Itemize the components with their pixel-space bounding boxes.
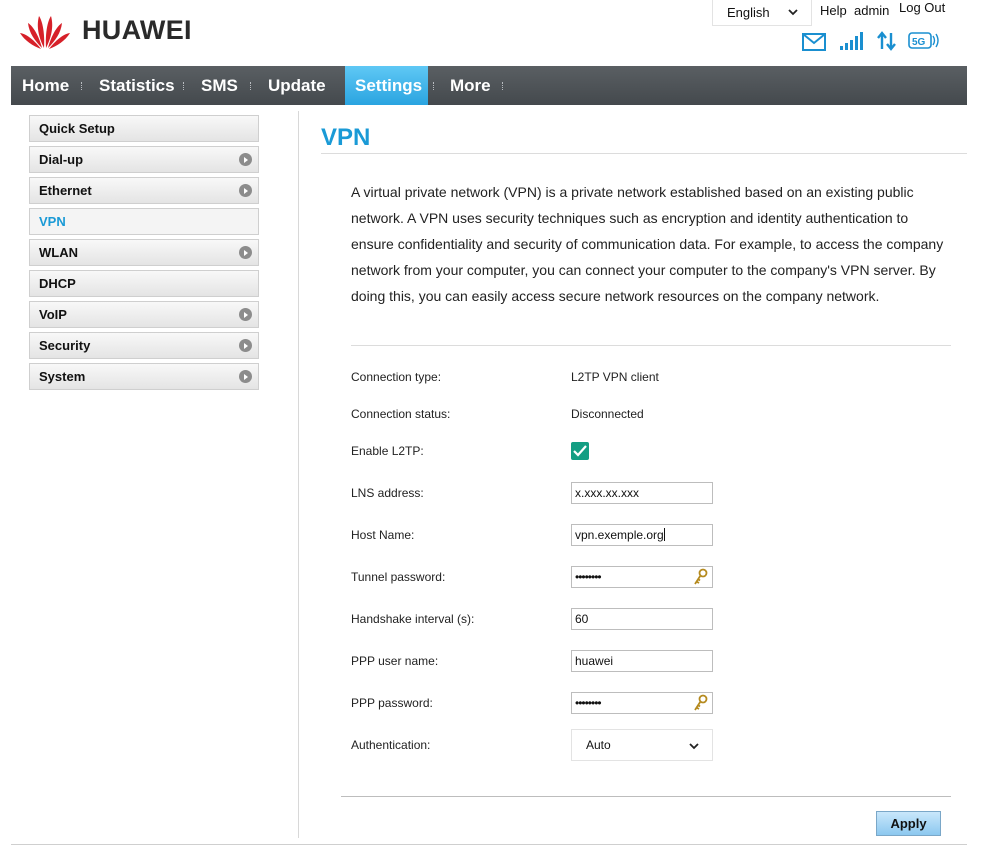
lns-address-label: LNS address:	[351, 486, 424, 500]
huawei-flower-icon	[20, 16, 70, 49]
enable-l2tp-label: Enable L2TP:	[351, 444, 424, 458]
ppp-user-name-input[interactable]: huawei	[571, 650, 713, 672]
sidebar-item-label: VPN	[39, 214, 66, 229]
handshake-interval-input[interactable]: 60	[571, 608, 713, 630]
host-name-input[interactable]: vpn.exemple.org	[571, 524, 713, 546]
nav-more[interactable]: More	[450, 66, 491, 105]
user-name-link[interactable]: admin	[854, 3, 889, 18]
nav-separator	[81, 82, 83, 90]
sidebar-item-system[interactable]: System	[29, 363, 259, 390]
sidebar-item-label: VoIP	[39, 307, 67, 322]
main-navbar: Home Statistics SMS Update Settings More	[11, 66, 967, 105]
sidebar-item-dhcp[interactable]: DHCP	[29, 270, 259, 297]
ppp-password-input[interactable]: ••••••••	[571, 692, 713, 714]
nav-separator	[183, 82, 185, 90]
connection-status-value: Disconnected	[571, 407, 644, 421]
5g-icon: 5G	[908, 32, 939, 49]
connection-type-value: L2TP VPN client	[571, 370, 659, 384]
connection-type-label: Connection type:	[351, 370, 442, 384]
vpn-description: A virtual private network (VPN) is a pri…	[351, 184, 944, 304]
footer-divider	[11, 844, 967, 845]
sidebar-item-ethernet[interactable]: Ethernet	[29, 177, 259, 204]
expand-arrow-icon	[239, 370, 252, 383]
ppp-password-value: ••••••••	[575, 696, 602, 710]
handshake-interval-label: Handshake interval (s):	[351, 612, 475, 626]
language-value: English	[727, 5, 770, 20]
chevron-down-icon	[788, 9, 798, 16]
tunnel-password-value: ••••••••	[575, 570, 602, 584]
sidebar-item-voip[interactable]: VoIP	[29, 301, 259, 328]
huawei-logo[interactable]: HUAWEI	[17, 9, 192, 51]
host-name-value: vpn.exemple.org	[575, 528, 664, 542]
logout-link[interactable]: Log Out	[899, 0, 945, 15]
show-password-key-icon[interactable]	[693, 568, 709, 586]
sidebar-item-vpn[interactable]: VPN	[29, 208, 259, 235]
tunnel-password-input[interactable]: ••••••••	[571, 566, 713, 588]
show-password-key-icon[interactable]	[693, 694, 709, 712]
sidebar-item-label: Quick Setup	[39, 121, 115, 136]
expand-arrow-icon	[239, 308, 252, 321]
authentication-value: Auto	[586, 738, 611, 752]
checkmark-icon	[573, 445, 587, 457]
chevron-down-icon	[689, 743, 699, 750]
enable-l2tp-checkbox[interactable]	[571, 442, 589, 460]
svg-text:5G: 5G	[912, 37, 926, 48]
content-divider	[298, 111, 299, 838]
sidebar-item-label: WLAN	[39, 245, 78, 260]
nav-settings[interactable]: Settings	[345, 66, 428, 105]
description-divider	[351, 345, 951, 346]
apply-button[interactable]: Apply	[876, 811, 941, 836]
handshake-interval-value: 60	[575, 612, 589, 626]
sidebar-item-wlan[interactable]: WLAN	[29, 239, 259, 266]
sidebar-item-quick-setup[interactable]: Quick Setup	[29, 115, 259, 142]
expand-arrow-icon	[239, 184, 252, 197]
form-divider	[341, 796, 951, 797]
ppp-user-name-value: huawei	[575, 654, 614, 668]
sidebar-item-label: Ethernet	[39, 183, 92, 198]
connection-status-label: Connection status:	[351, 407, 451, 421]
expand-arrow-icon	[239, 246, 252, 259]
nav-sms[interactable]: SMS	[201, 66, 238, 105]
ppp-password-label: PPP password:	[351, 696, 433, 710]
tunnel-password-label: Tunnel password:	[351, 570, 446, 584]
expand-arrow-icon	[239, 153, 252, 166]
title-divider	[321, 153, 967, 154]
data-transfer-icon	[877, 31, 896, 51]
sidebar-item-label: Security	[39, 338, 91, 353]
nav-separator	[250, 82, 252, 90]
host-name-label: Host Name:	[351, 528, 415, 542]
sidebar-item-label: Dial-up	[39, 152, 84, 167]
nav-statistics[interactable]: Statistics	[99, 66, 175, 105]
authentication-label: Authentication:	[351, 738, 431, 752]
authentication-select[interactable]: Auto	[571, 729, 713, 761]
brand-name: HUAWEI	[82, 14, 192, 45]
nav-separator	[502, 82, 504, 90]
help-link[interactable]: Help	[820, 3, 847, 18]
lns-address-value: x.xxx.xx.xxx	[575, 486, 640, 500]
mail-icon[interactable]	[802, 33, 826, 51]
sidebar-item-security[interactable]: Security	[29, 332, 259, 359]
signal-strength-icon	[840, 32, 863, 50]
ppp-user-name-label: PPP user name:	[351, 654, 439, 668]
sidebar-item-label: System	[39, 369, 86, 384]
lns-address-input[interactable]: x.xxx.xx.xxx	[571, 482, 713, 504]
expand-arrow-icon	[239, 339, 252, 352]
language-select[interactable]: English	[712, 0, 812, 26]
nav-update[interactable]: Update	[268, 66, 326, 105]
sidebar-item-dial-up[interactable]: Dial-up	[29, 146, 259, 173]
nav-separator	[433, 82, 435, 90]
sidebar-item-label: DHCP	[39, 276, 76, 291]
text-cursor	[663, 528, 665, 541]
page-title: VPN	[321, 124, 371, 151]
nav-home[interactable]: Home	[22, 66, 69, 105]
